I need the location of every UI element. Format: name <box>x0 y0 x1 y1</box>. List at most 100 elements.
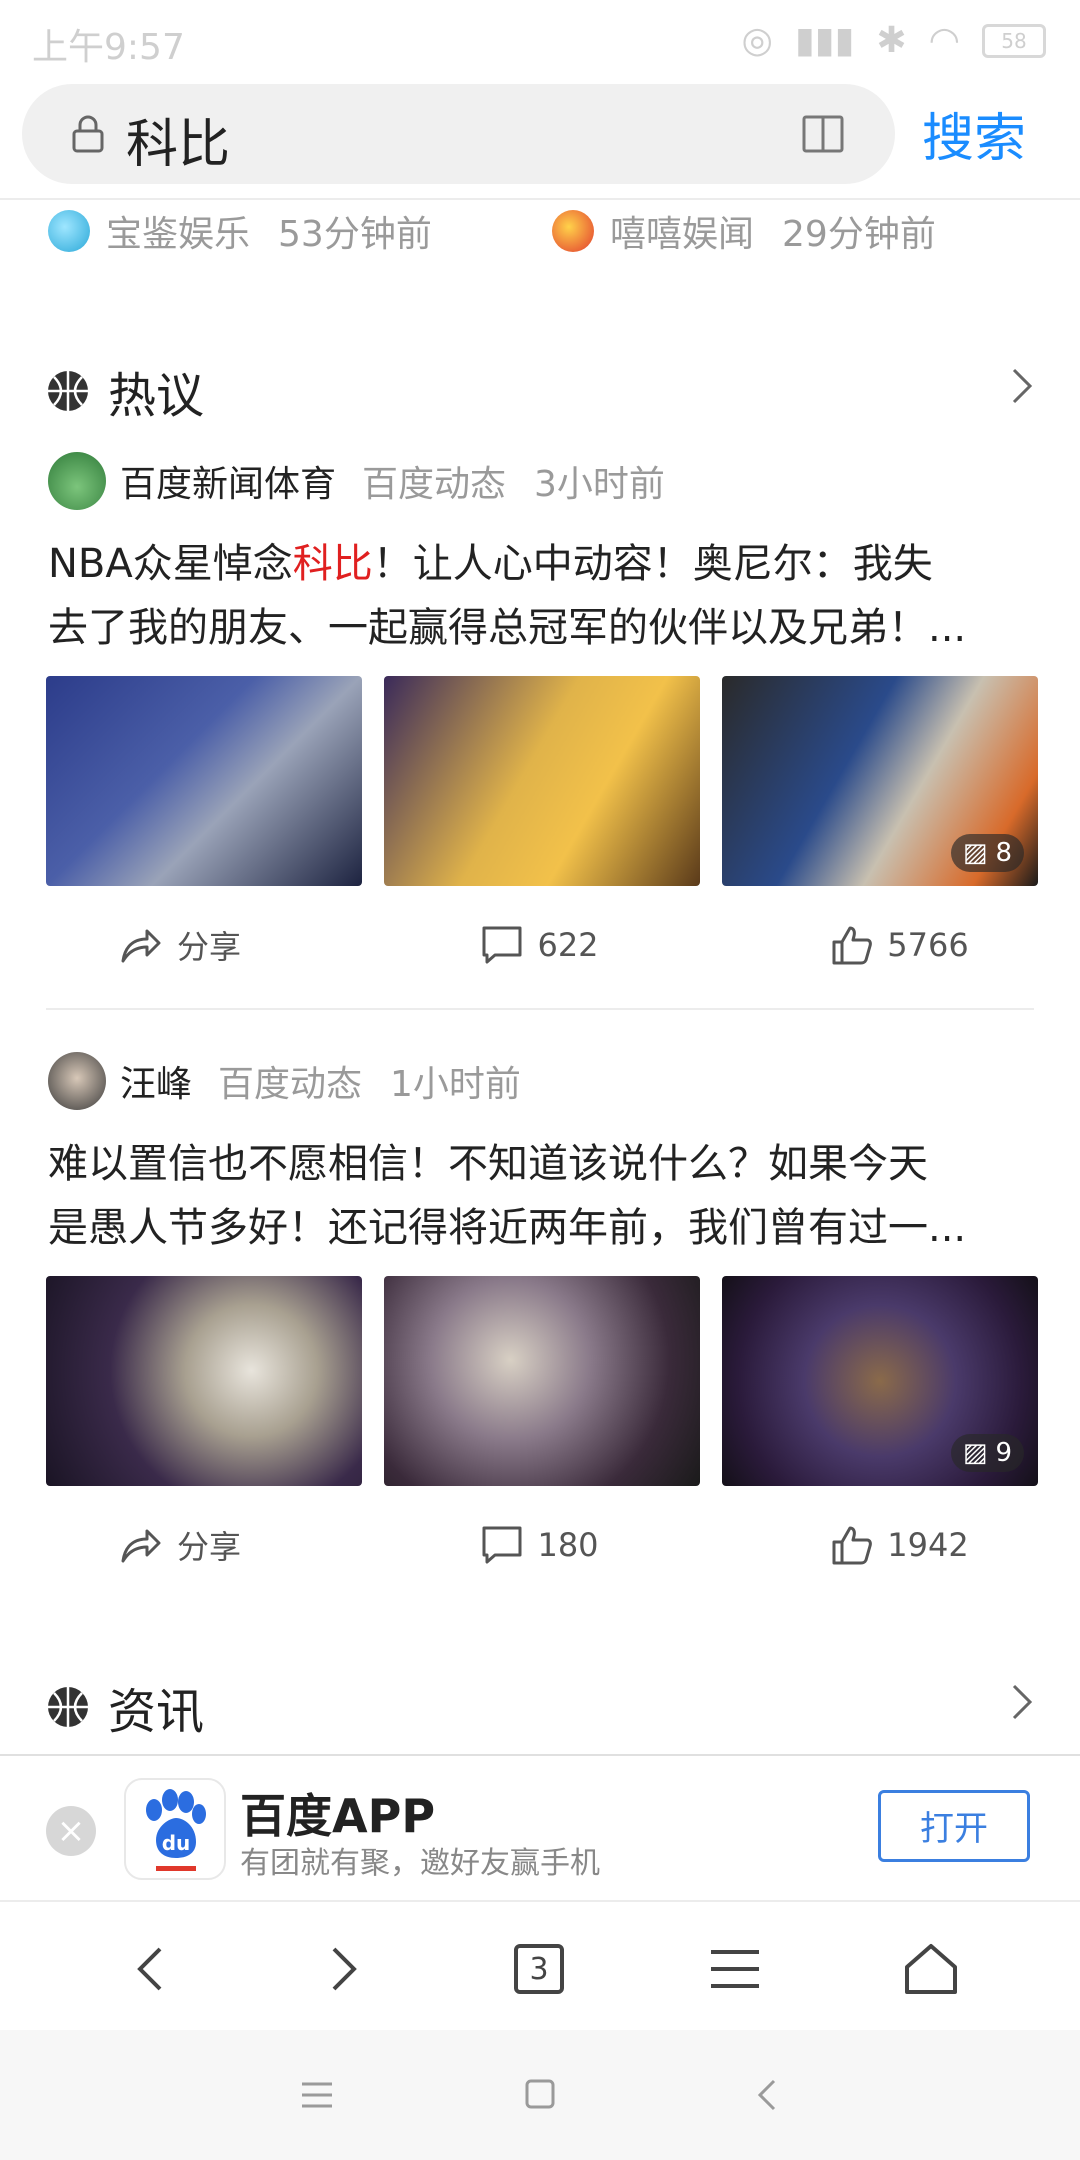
image-icon: ▨ <box>962 1438 988 1468</box>
post-actions: 分享 622 5766 <box>0 922 1080 968</box>
post-image[interactable]: ▨ 8 <box>722 676 1038 886</box>
post-divider <box>46 1008 1034 1010</box>
source-time: 53分钟前 <box>278 214 432 255</box>
post-image[interactable] <box>384 1276 700 1486</box>
back-nav-icon[interactable] <box>756 2078 778 2112</box>
search-button[interactable]: 搜索 <box>922 96 1026 171</box>
post-text[interactable]: 难以置信也不愿相信！不知道该说什么？如果今天 是愚人节多好！还记得将近两年前，我… <box>48 1132 1038 1260</box>
post-actions: 分享 180 1942 <box>0 1522 1080 1568</box>
section-title: 热议 <box>108 368 205 424</box>
comment-count: 180 <box>537 1526 599 1564</box>
share-button[interactable]: 分享 <box>0 922 360 968</box>
image-count: 9 <box>995 1438 1012 1468</box>
post-time: 3小时前 <box>534 464 665 505</box>
back-button[interactable] <box>114 1934 184 2004</box>
post-image[interactable] <box>384 676 700 886</box>
location-icon: ◎ <box>741 20 773 61</box>
chevron-right-icon <box>332 1947 357 1991</box>
post-text-end: ！让人心中动容！奥尼尔：我失 <box>372 541 933 587</box>
post-time: 1小时前 <box>390 1064 521 1105</box>
post-type: 百度动态 <box>218 1064 363 1105</box>
app-banner: × du 百度APP 有团就有聚，邀好友赢手机 打开 <box>0 1756 1080 1900</box>
post-image[interactable]: ▨ 9 <box>722 1276 1038 1486</box>
status-bar: 上午9:57 ◎ ▮▮▮ ✱ ◠ 58 <box>0 0 1080 80</box>
tab-count: 3 <box>529 1951 549 1987</box>
author-avatar <box>48 452 106 510</box>
image-count: 8 <box>995 838 1012 868</box>
share-icon <box>121 1529 161 1563</box>
like-button[interactable]: 1942 <box>720 1522 1080 1568</box>
recent-apps-icon[interactable] <box>300 2080 334 2110</box>
basketball-icon <box>48 1687 88 1727</box>
home-icon <box>905 1944 957 1994</box>
battery-icon: 58 <box>982 23 1046 58</box>
share-button[interactable]: 分享 <box>0 1522 360 1568</box>
post-type: 百度动态 <box>362 464 507 505</box>
chevron-right-icon[interactable] <box>1010 366 1034 406</box>
wifi-icon: ◠ <box>928 20 960 61</box>
source-time: 29分钟前 <box>782 214 936 255</box>
comment-count: 622 <box>537 926 599 964</box>
post-image[interactable] <box>46 1276 362 1486</box>
author-name[interactable]: 百度新闻体育 <box>120 455 336 507</box>
svg-text:du: du <box>162 1831 191 1855</box>
tabs-button[interactable]: 3 <box>504 1934 574 2004</box>
app-name: 百度APP <box>240 1789 436 1843</box>
post-images: ▨ 8 <box>46 676 1038 886</box>
open-app-button[interactable]: 打开 <box>878 1790 1030 1862</box>
section-header-news[interactable]: 资讯 <box>46 1672 204 1742</box>
tabs-icon: 3 <box>514 1944 564 1994</box>
forward-button[interactable] <box>310 1934 380 2004</box>
source-item[interactable]: 宝鉴娱乐 53分钟前 <box>48 205 432 257</box>
browser-toolbar: 3 <box>0 1900 1080 2032</box>
bluetooth-icon: ✱ <box>876 20 907 61</box>
image-icon: ▨ <box>962 838 988 868</box>
menu-button[interactable] <box>700 1934 770 2004</box>
share-label: 分享 <box>176 1528 241 1566</box>
baidu-app-logo: du <box>124 1778 226 1880</box>
source-avatar <box>552 210 594 252</box>
home-nav-icon[interactable] <box>524 2078 556 2110</box>
signal-icon: ▮▮▮ <box>794 20 855 61</box>
search-query[interactable]: 科比 <box>126 102 230 177</box>
menu-icon <box>711 1950 759 1988</box>
image-count-badge: ▨ 9 <box>950 1434 1024 1472</box>
comment-button[interactable]: 622 <box>360 922 720 968</box>
system-nav-bar <box>0 2030 1080 2160</box>
lock-icon <box>72 115 104 153</box>
post-header[interactable]: 百度新闻体育 百度动态 3小时前 <box>48 452 665 510</box>
home-button[interactable] <box>896 1934 966 2004</box>
comment-icon <box>482 1526 522 1564</box>
chevron-right-icon[interactable] <box>1010 1682 1034 1722</box>
post-image[interactable] <box>46 676 362 886</box>
post-keyword: 科比 <box>292 541 373 587</box>
like-button[interactable]: 5766 <box>720 922 1080 968</box>
source-item[interactable]: 嘻嘻娱闻 29分钟前 <box>552 205 936 257</box>
source-name: 嘻嘻娱闻 <box>610 214 755 255</box>
post-text-start: NBA众星悼念 <box>48 541 293 587</box>
like-count: 5766 <box>887 926 969 964</box>
reader-mode-icon[interactable] <box>802 114 844 154</box>
close-icon[interactable]: × <box>46 1806 96 1856</box>
author-name[interactable]: 汪峰 <box>120 1055 192 1107</box>
post-text[interactable]: NBA众星悼念科比！让人心中动容！奥尼尔：我失 去了我的朋友、一起赢得总冠军的伙… <box>48 532 1038 660</box>
post-text-line2: 去了我的朋友、一起赢得总冠军的伙伴以及兄弟！... <box>48 605 967 651</box>
source-avatar <box>48 210 90 252</box>
post-images: ▨ 9 <box>46 1276 1038 1486</box>
post-text-line2: 是愚人节多好！还记得将近两年前，我们曾有过一... <box>48 1205 967 1251</box>
search-bar[interactable]: 科比 <box>22 84 895 184</box>
section-title: 资讯 <box>108 1684 205 1740</box>
status-time: 上午9:57 <box>32 27 185 68</box>
author-avatar <box>48 1052 106 1110</box>
comment-icon <box>482 926 522 964</box>
section-header-hot[interactable]: 热议 <box>46 356 204 426</box>
app-description: 有团就有聚，邀好友赢手机 <box>240 1846 600 1881</box>
like-count: 1942 <box>887 1526 969 1564</box>
status-icons: ◎ ▮▮▮ ✱ ◠ 58 <box>742 20 1046 61</box>
comment-button[interactable]: 180 <box>360 1522 720 1568</box>
image-count-badge: ▨ 8 <box>950 834 1024 872</box>
thumbs-up-icon <box>832 926 873 965</box>
header-divider <box>0 198 1080 200</box>
post-header[interactable]: 汪峰 百度动态 1小时前 <box>48 1052 521 1110</box>
chevron-left-icon <box>137 1947 162 1991</box>
